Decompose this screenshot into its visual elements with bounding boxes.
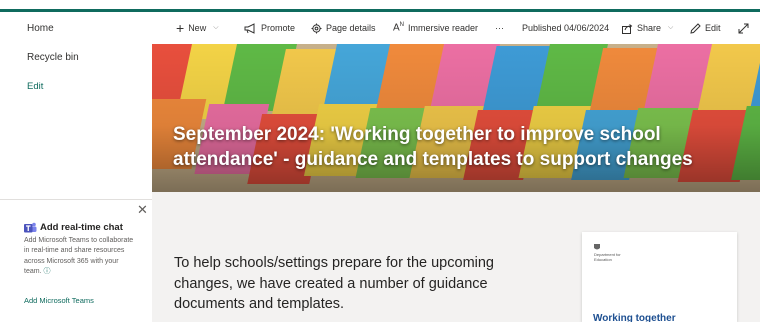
published-status[interactable]: Published 04/06/2024	[522, 12, 609, 44]
command-bar: + New ⌵ Promote Page details AN Immersiv…	[152, 12, 760, 44]
new-button[interactable]: + New ⌵	[176, 12, 219, 44]
left-navigation: Home Recycle bin Edit ✕ Add real-time ch…	[0, 12, 152, 322]
immersive-reader-button[interactable]: AN Immersive reader	[393, 12, 478, 44]
share-button[interactable]: Share ⌵	[622, 12, 673, 44]
chevron-down-icon: ⌵	[213, 24, 219, 31]
nav-item-recycle-bin[interactable]: Recycle bin	[27, 52, 79, 63]
chat-description-text: Add Microsoft Teams to collaborate in re…	[24, 237, 134, 276]
page-details-button[interactable]: Page details	[311, 12, 376, 44]
teams-icon	[24, 222, 37, 233]
promote-button[interactable]: Promote	[244, 12, 295, 44]
hero-banner: September 2024: 'Working together to imp…	[152, 44, 760, 192]
edit-label: Edit	[705, 23, 721, 33]
plus-icon: +	[176, 20, 185, 36]
gear-icon	[311, 23, 322, 33]
close-icon[interactable]: ✕	[137, 203, 148, 216]
share-label: Share	[637, 23, 662, 33]
add-teams-link[interactable]: Add Microsoft Teams	[24, 296, 94, 305]
intro-paragraph: To help schools/settings prepare for the…	[174, 255, 494, 312]
more-icon: ···	[495, 23, 504, 33]
teams-chat-panel: ✕ Add real-time chat Add Microsoft Teams…	[0, 200, 152, 322]
chevron-down-icon: ⌵	[668, 24, 674, 31]
immersive-reader-icon: AN	[393, 22, 405, 34]
promote-label: Promote	[261, 23, 296, 33]
nav-edit-link[interactable]: Edit	[27, 81, 43, 92]
pencil-icon	[690, 22, 701, 34]
chat-title-row: Add real-time chat	[24, 222, 123, 233]
publisher-label: Department for Education	[594, 252, 621, 262]
nav-item-home[interactable]: Home	[27, 23, 54, 34]
info-icon[interactable]: ⓘ	[43, 268, 50, 275]
crest-icon	[594, 244, 600, 250]
more-button[interactable]: ···	[495, 12, 504, 44]
document-thumbnail[interactable]: Department for Education Working togethe…	[582, 232, 737, 322]
megaphone-icon	[244, 22, 255, 34]
edit-button[interactable]: Edit	[690, 12, 721, 44]
chat-panel-title: Add real-time chat	[40, 222, 123, 233]
new-label: New	[188, 23, 207, 33]
document-heading: Working together	[593, 313, 676, 322]
page-content: To help schools/settings prepare for the…	[152, 192, 760, 322]
page-details-label: Page details	[326, 23, 376, 33]
expand-button[interactable]	[738, 12, 749, 44]
chat-panel-description: Add Microsoft Teams to collaborate in re…	[24, 236, 136, 278]
immersive-reader-label: Immersive reader	[408, 23, 479, 33]
page-title: September 2024: 'Working together to imp…	[173, 124, 693, 170]
expand-icon	[738, 23, 749, 33]
published-label: Published 04/06/2024	[522, 23, 610, 33]
share-icon	[622, 23, 633, 34]
